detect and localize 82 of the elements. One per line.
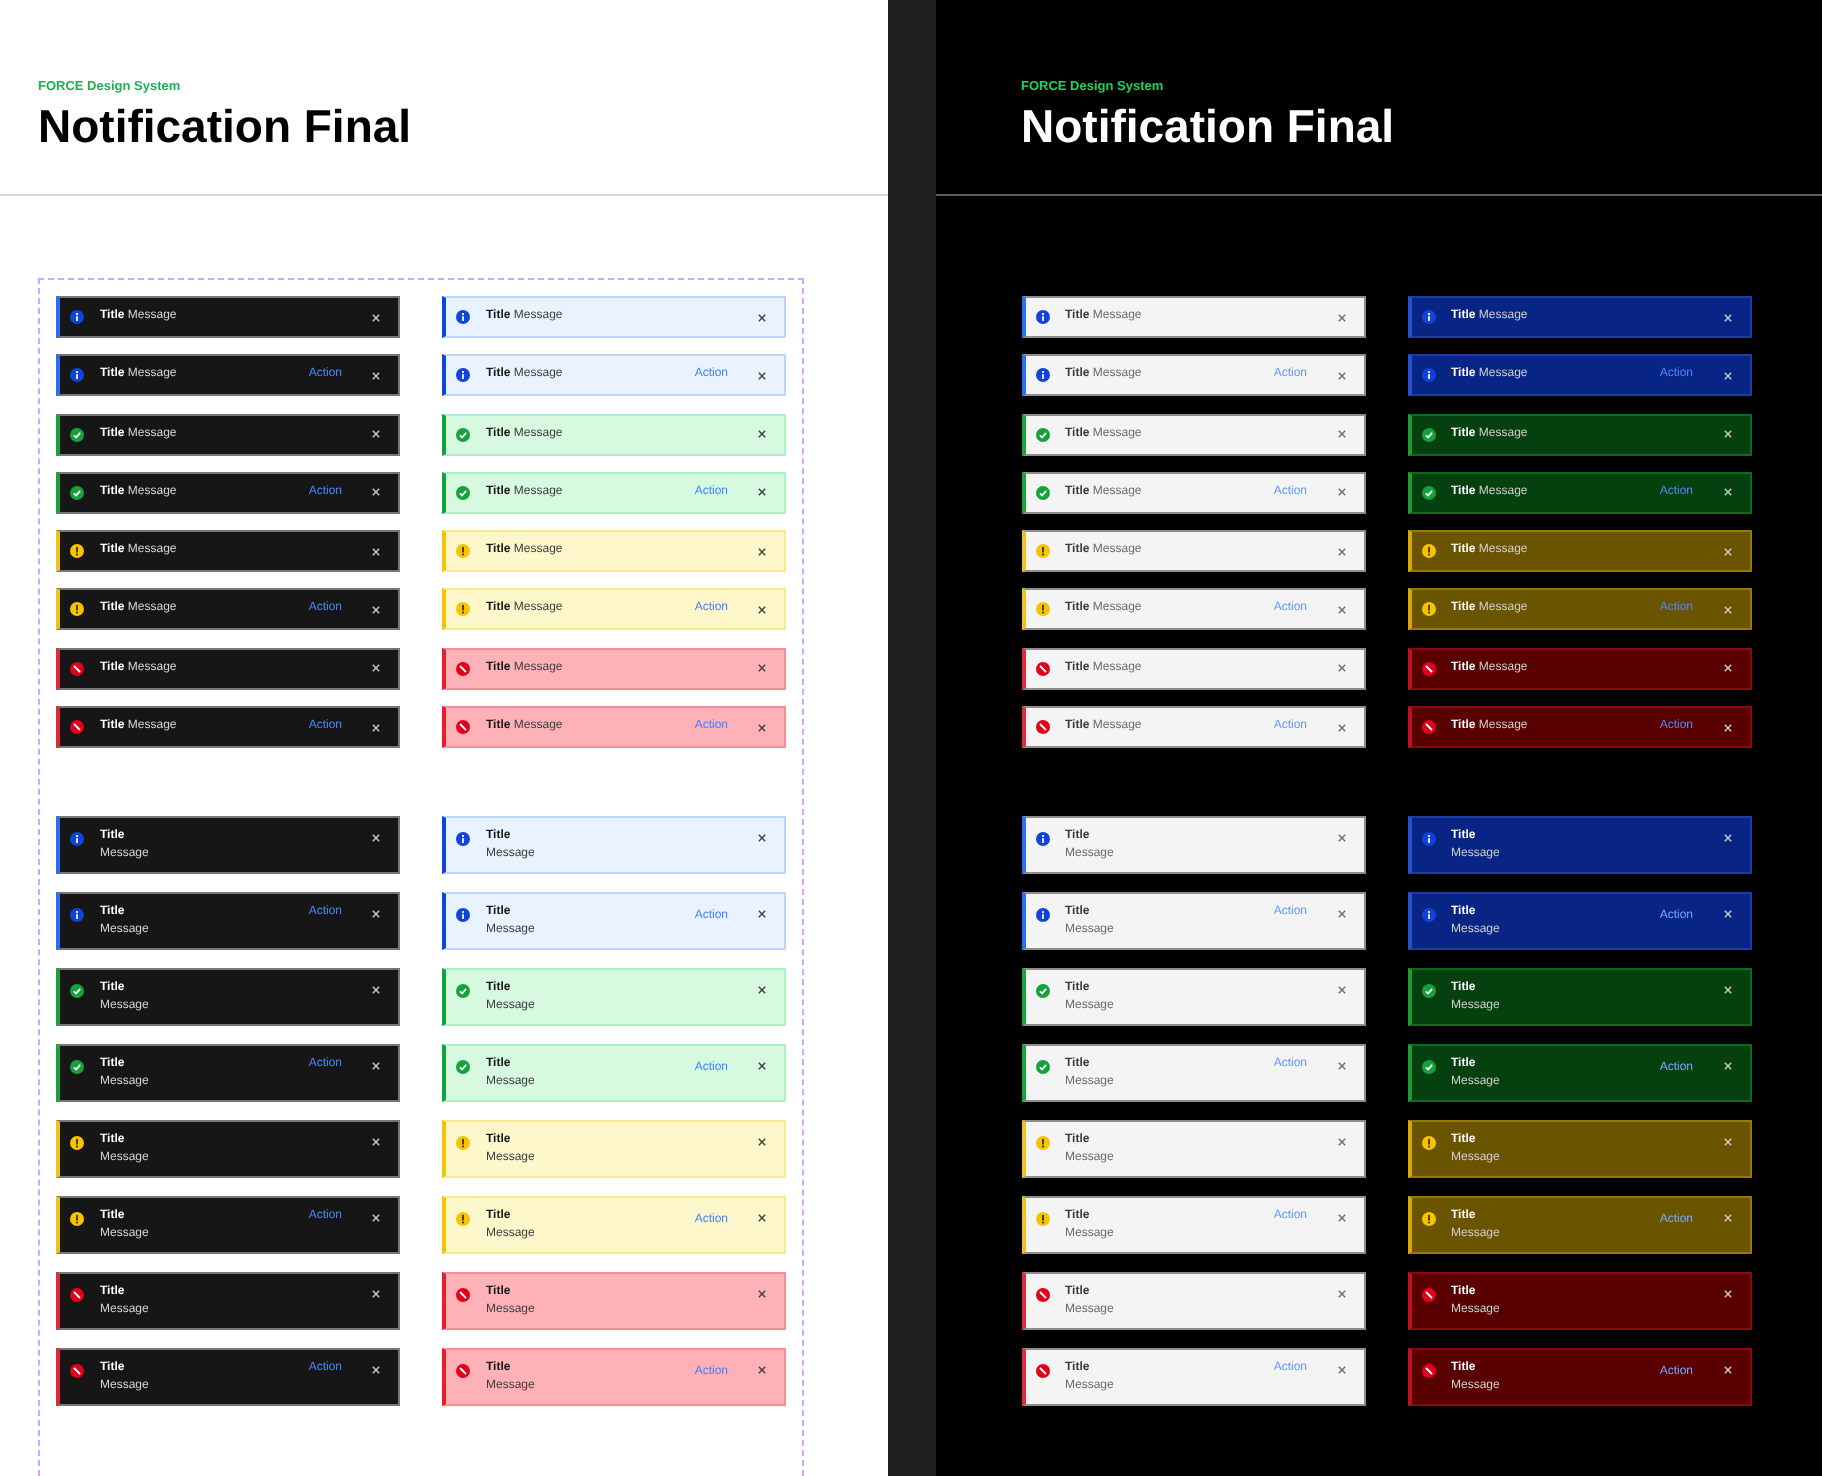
close-icon[interactable] xyxy=(758,605,766,614)
close-icon[interactable] xyxy=(758,985,766,994)
exclamation-icon xyxy=(456,602,470,617)
no-entry-icon xyxy=(70,661,84,676)
close-icon[interactable] xyxy=(758,430,766,439)
no-entry-icon xyxy=(1421,661,1435,676)
no-entry-icon xyxy=(1421,1363,1435,1378)
no-entry-icon xyxy=(1421,720,1435,735)
checkmark-icon xyxy=(70,1059,84,1074)
checkmark-icon xyxy=(456,1059,470,1074)
page-title: Notification Final xyxy=(1021,100,1395,152)
info-icon xyxy=(456,831,470,846)
info-icon xyxy=(1035,310,1049,324)
exclamation-icon xyxy=(1035,1135,1049,1150)
checkmark-icon xyxy=(1421,427,1435,442)
close-icon[interactable] xyxy=(758,313,766,321)
no-entry-icon xyxy=(456,720,470,735)
no-entry-icon xyxy=(70,1287,84,1302)
close-icon[interactable] xyxy=(758,1289,766,1298)
exclamation-icon xyxy=(70,1135,84,1150)
close-icon[interactable] xyxy=(758,833,766,842)
exclamation-icon xyxy=(456,544,470,559)
exclamation-icon xyxy=(1421,602,1435,617)
info-icon xyxy=(1421,368,1435,383)
close-icon[interactable] xyxy=(758,664,766,673)
exclamation-icon xyxy=(1421,1135,1435,1150)
checkmark-icon xyxy=(1421,983,1435,998)
close-icon[interactable] xyxy=(758,371,766,380)
checkmark-icon xyxy=(456,485,470,500)
checkmark-icon xyxy=(1035,1059,1049,1074)
exclamation-icon xyxy=(1035,602,1049,617)
info-icon xyxy=(1421,831,1435,846)
info-icon xyxy=(456,310,470,324)
info-icon xyxy=(1035,907,1049,922)
no-entry-icon xyxy=(1035,720,1049,735)
no-entry-icon xyxy=(456,1363,470,1378)
exclamation-icon xyxy=(456,1135,470,1150)
no-entry-icon xyxy=(1035,1363,1049,1378)
checkmark-icon xyxy=(1035,983,1049,998)
exclamation-icon xyxy=(1421,544,1435,559)
exclamation-icon xyxy=(1035,1211,1049,1226)
checkmark-icon xyxy=(1035,485,1049,500)
info-icon xyxy=(70,368,84,383)
exclamation-icon xyxy=(1035,544,1049,559)
info-icon xyxy=(70,310,84,324)
page-title: Notification Final xyxy=(38,100,412,152)
info-icon xyxy=(1035,831,1049,846)
checkmark-icon xyxy=(70,427,84,442)
close-icon[interactable] xyxy=(758,1061,766,1070)
info-icon xyxy=(456,368,470,383)
info-icon xyxy=(456,907,470,922)
no-entry-icon xyxy=(1421,1287,1435,1302)
no-entry-icon xyxy=(456,661,470,676)
info-icon xyxy=(1421,310,1435,324)
checkmark-icon xyxy=(70,485,84,500)
exclamation-icon xyxy=(70,602,84,617)
no-entry-icon xyxy=(70,1363,84,1378)
close-icon[interactable] xyxy=(758,547,766,556)
checkmark-icon xyxy=(456,427,470,442)
exclamation-icon xyxy=(70,544,84,559)
close-icon[interactable] xyxy=(758,1365,766,1374)
exclamation-icon xyxy=(456,1211,470,1226)
info-icon xyxy=(1421,907,1435,922)
info-icon xyxy=(70,907,84,922)
close-icon[interactable] xyxy=(758,1213,766,1222)
no-entry-icon xyxy=(1035,661,1049,676)
no-entry-icon xyxy=(456,1287,470,1302)
info-icon xyxy=(1035,368,1049,383)
close-icon[interactable] xyxy=(758,488,766,497)
checkmark-icon xyxy=(1421,485,1435,500)
no-entry-icon xyxy=(70,720,84,735)
checkmark-icon xyxy=(70,983,84,998)
no-entry-icon xyxy=(1035,1287,1049,1302)
close-icon[interactable] xyxy=(758,909,766,918)
exclamation-icon xyxy=(70,1211,84,1226)
close-icon[interactable] xyxy=(758,1137,766,1146)
close-icon[interactable] xyxy=(758,723,766,732)
checkmark-icon xyxy=(1035,427,1049,442)
checkmark-icon xyxy=(1421,1059,1435,1074)
checkmark-icon xyxy=(456,983,470,998)
exclamation-icon xyxy=(1421,1211,1435,1226)
info-icon xyxy=(70,831,84,846)
